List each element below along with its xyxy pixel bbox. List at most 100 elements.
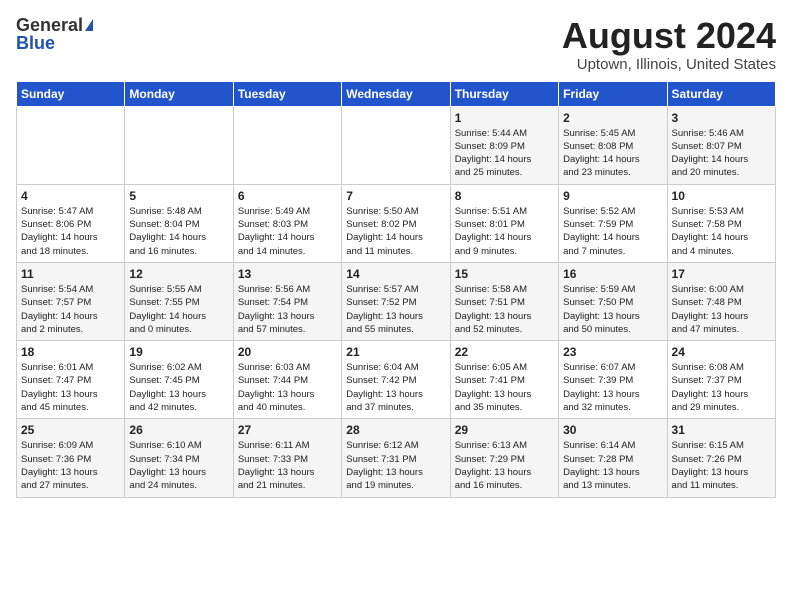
calendar-cell: 12 Sunrise: 5:55 AM Sunset: 7:55 PM Dayli… [125, 262, 233, 340]
day-content: Sunrise: 6:13 AM Sunset: 7:29 PM Dayligh… [455, 439, 554, 492]
calendar-cell: 6Sunrise: 5:49 AM Sunset: 8:03 PM Daylig… [233, 184, 341, 262]
calendar-cell [233, 106, 341, 184]
day-number: 24 [672, 345, 771, 359]
calendar-cell: 1Sunrise: 5:44 AM Sunset: 8:09 PM Daylig… [450, 106, 558, 184]
calendar-cell: 18 Sunrise: 6:01 AM Sunset: 7:47 PM Dayli… [17, 341, 125, 419]
logo-general-text: General [16, 16, 83, 34]
day-content: Sunrise: 5:58 AM Sunset: 7:51 PM Dayligh… [455, 283, 554, 336]
calendar-cell: 28Sunrise: 6:12 AM Sunset: 7:31 PM Dayli… [342, 419, 450, 497]
day-number: 25 [21, 423, 120, 437]
day-number: 21 [346, 345, 445, 359]
day-content: Sunrise: 6:15 AM Sunset: 7:26 PM Dayligh… [672, 439, 771, 492]
logo-blue-text: Blue [16, 34, 55, 52]
day-number: 23 [563, 345, 662, 359]
month-title: August 2024 [562, 16, 776, 56]
calendar-cell: 8 Sunrise: 5:51 AM Sunset: 8:01 PM Daylig… [450, 184, 558, 262]
day-number: 12 [129, 267, 228, 281]
calendar-cell: 14 Sunrise: 5:57 AM Sunset: 7:52 PM Dayli… [342, 262, 450, 340]
header-cell-friday: Friday [559, 81, 667, 106]
calendar-cell: 13 Sunrise: 5:56 AM Sunset: 7:54 PM Dayli… [233, 262, 341, 340]
calendar-cell: 31 Sunrise: 6:15 AM Sunset: 7:26 PM Dayli… [667, 419, 775, 497]
day-content: Sunrise: 6:14 AM Sunset: 7:28 PM Dayligh… [563, 439, 662, 492]
day-content: Sunrise: 6:02 AM Sunset: 7:45 PM Dayligh… [129, 361, 228, 414]
page-header: General Blue August 2024 Uptown, Illinoi… [16, 16, 776, 73]
day-content: Sunrise: 5:44 AM Sunset: 8:09 PM Dayligh… [455, 127, 554, 180]
day-number: 31 [672, 423, 771, 437]
calendar-cell: 7Sunrise: 5:50 AM Sunset: 8:02 PM Daylig… [342, 184, 450, 262]
calendar-cell [17, 106, 125, 184]
calendar-header: SundayMondayTuesdayWednesdayThursdayFrid… [17, 81, 776, 106]
calendar-week-0: 1Sunrise: 5:44 AM Sunset: 8:09 PM Daylig… [17, 106, 776, 184]
location-title: Uptown, Illinois, United States [562, 56, 776, 73]
calendar-cell: 9Sunrise: 5:52 AM Sunset: 7:59 PM Daylig… [559, 184, 667, 262]
title-block: August 2024 Uptown, Illinois, United Sta… [562, 16, 776, 73]
calendar-cell: 10 Sunrise: 5:53 AM Sunset: 7:58 PM Dayli… [667, 184, 775, 262]
day-number: 26 [129, 423, 228, 437]
calendar-cell: 3Sunrise: 5:46 AM Sunset: 8:07 PM Daylig… [667, 106, 775, 184]
header-cell-sunday: Sunday [17, 81, 125, 106]
calendar-cell: 24 Sunrise: 6:08 AM Sunset: 7:37 PM Dayli… [667, 341, 775, 419]
header-cell-wednesday: Wednesday [342, 81, 450, 106]
calendar-cell: 22 Sunrise: 6:05 AM Sunset: 7:41 PM Dayli… [450, 341, 558, 419]
day-number: 11 [21, 267, 120, 281]
header-cell-thursday: Thursday [450, 81, 558, 106]
day-content: Sunrise: 5:55 AM Sunset: 7:55 PM Dayligh… [129, 283, 228, 336]
day-content: Sunrise: 5:57 AM Sunset: 7:52 PM Dayligh… [346, 283, 445, 336]
day-content: Sunrise: 6:04 AM Sunset: 7:42 PM Dayligh… [346, 361, 445, 414]
calendar-cell: 26Sunrise: 6:10 AM Sunset: 7:34 PM Dayli… [125, 419, 233, 497]
day-number: 13 [238, 267, 337, 281]
day-number: 16 [563, 267, 662, 281]
header-cell-saturday: Saturday [667, 81, 775, 106]
day-number: 18 [21, 345, 120, 359]
calendar-cell: 25Sunrise: 6:09 AM Sunset: 7:36 PM Dayli… [17, 419, 125, 497]
calendar-cell [125, 106, 233, 184]
day-content: Sunrise: 5:47 AM Sunset: 8:06 PM Dayligh… [21, 205, 120, 258]
calendar-cell: 16 Sunrise: 5:59 AM Sunset: 7:50 PM Dayli… [559, 262, 667, 340]
day-number: 22 [455, 345, 554, 359]
day-content: Sunrise: 6:05 AM Sunset: 7:41 PM Dayligh… [455, 361, 554, 414]
day-content: Sunrise: 6:08 AM Sunset: 7:37 PM Dayligh… [672, 361, 771, 414]
day-number: 15 [455, 267, 554, 281]
calendar-cell: 2 Sunrise: 5:45 AM Sunset: 8:08 PM Daylig… [559, 106, 667, 184]
calendar-cell: 20 Sunrise: 6:03 AM Sunset: 7:44 PM Dayli… [233, 341, 341, 419]
day-content: Sunrise: 6:03 AM Sunset: 7:44 PM Dayligh… [238, 361, 337, 414]
day-number: 29 [455, 423, 554, 437]
day-number: 19 [129, 345, 228, 359]
calendar-cell: 30 Sunrise: 6:14 AM Sunset: 7:28 PM Dayli… [559, 419, 667, 497]
calendar-week-4: 25Sunrise: 6:09 AM Sunset: 7:36 PM Dayli… [17, 419, 776, 497]
day-content: Sunrise: 6:00 AM Sunset: 7:48 PM Dayligh… [672, 283, 771, 336]
day-content: Sunrise: 6:01 AM Sunset: 7:47 PM Dayligh… [21, 361, 120, 414]
calendar-body: 1Sunrise: 5:44 AM Sunset: 8:09 PM Daylig… [17, 106, 776, 497]
day-number: 6 [238, 189, 337, 203]
day-number: 7 [346, 189, 445, 203]
day-number: 20 [238, 345, 337, 359]
day-content: Sunrise: 5:53 AM Sunset: 7:58 PM Dayligh… [672, 205, 771, 258]
day-number: 14 [346, 267, 445, 281]
day-number: 27 [238, 423, 337, 437]
day-content: Sunrise: 5:51 AM Sunset: 8:01 PM Dayligh… [455, 205, 554, 258]
day-number: 8 [455, 189, 554, 203]
day-content: Sunrise: 5:48 AM Sunset: 8:04 PM Dayligh… [129, 205, 228, 258]
calendar-cell: 21 Sunrise: 6:04 AM Sunset: 7:42 PM Dayli… [342, 341, 450, 419]
day-content: Sunrise: 6:11 AM Sunset: 7:33 PM Dayligh… [238, 439, 337, 492]
day-number: 10 [672, 189, 771, 203]
day-content: Sunrise: 5:59 AM Sunset: 7:50 PM Dayligh… [563, 283, 662, 336]
day-number: 5 [129, 189, 228, 203]
day-content: Sunrise: 5:56 AM Sunset: 7:54 PM Dayligh… [238, 283, 337, 336]
day-number: 2 [563, 111, 662, 125]
calendar-cell: 4 Sunrise: 5:47 AM Sunset: 8:06 PM Daylig… [17, 184, 125, 262]
day-content: Sunrise: 5:45 AM Sunset: 8:08 PM Dayligh… [563, 127, 662, 180]
day-number: 4 [21, 189, 120, 203]
calendar-week-3: 18 Sunrise: 6:01 AM Sunset: 7:47 PM Dayli… [17, 341, 776, 419]
calendar-cell: 15 Sunrise: 5:58 AM Sunset: 7:51 PM Dayli… [450, 262, 558, 340]
day-number: 28 [346, 423, 445, 437]
calendar-cell: 5 Sunrise: 5:48 AM Sunset: 8:04 PM Daylig… [125, 184, 233, 262]
calendar-cell: 19 Sunrise: 6:02 AM Sunset: 7:45 PM Dayli… [125, 341, 233, 419]
calendar-cell [342, 106, 450, 184]
day-number: 9 [563, 189, 662, 203]
calendar-table: SundayMondayTuesdayWednesdayThursdayFrid… [16, 81, 776, 498]
day-number: 30 [563, 423, 662, 437]
day-number: 3 [672, 111, 771, 125]
logo-triangle-icon [85, 19, 93, 31]
calendar-week-1: 4 Sunrise: 5:47 AM Sunset: 8:06 PM Daylig… [17, 184, 776, 262]
